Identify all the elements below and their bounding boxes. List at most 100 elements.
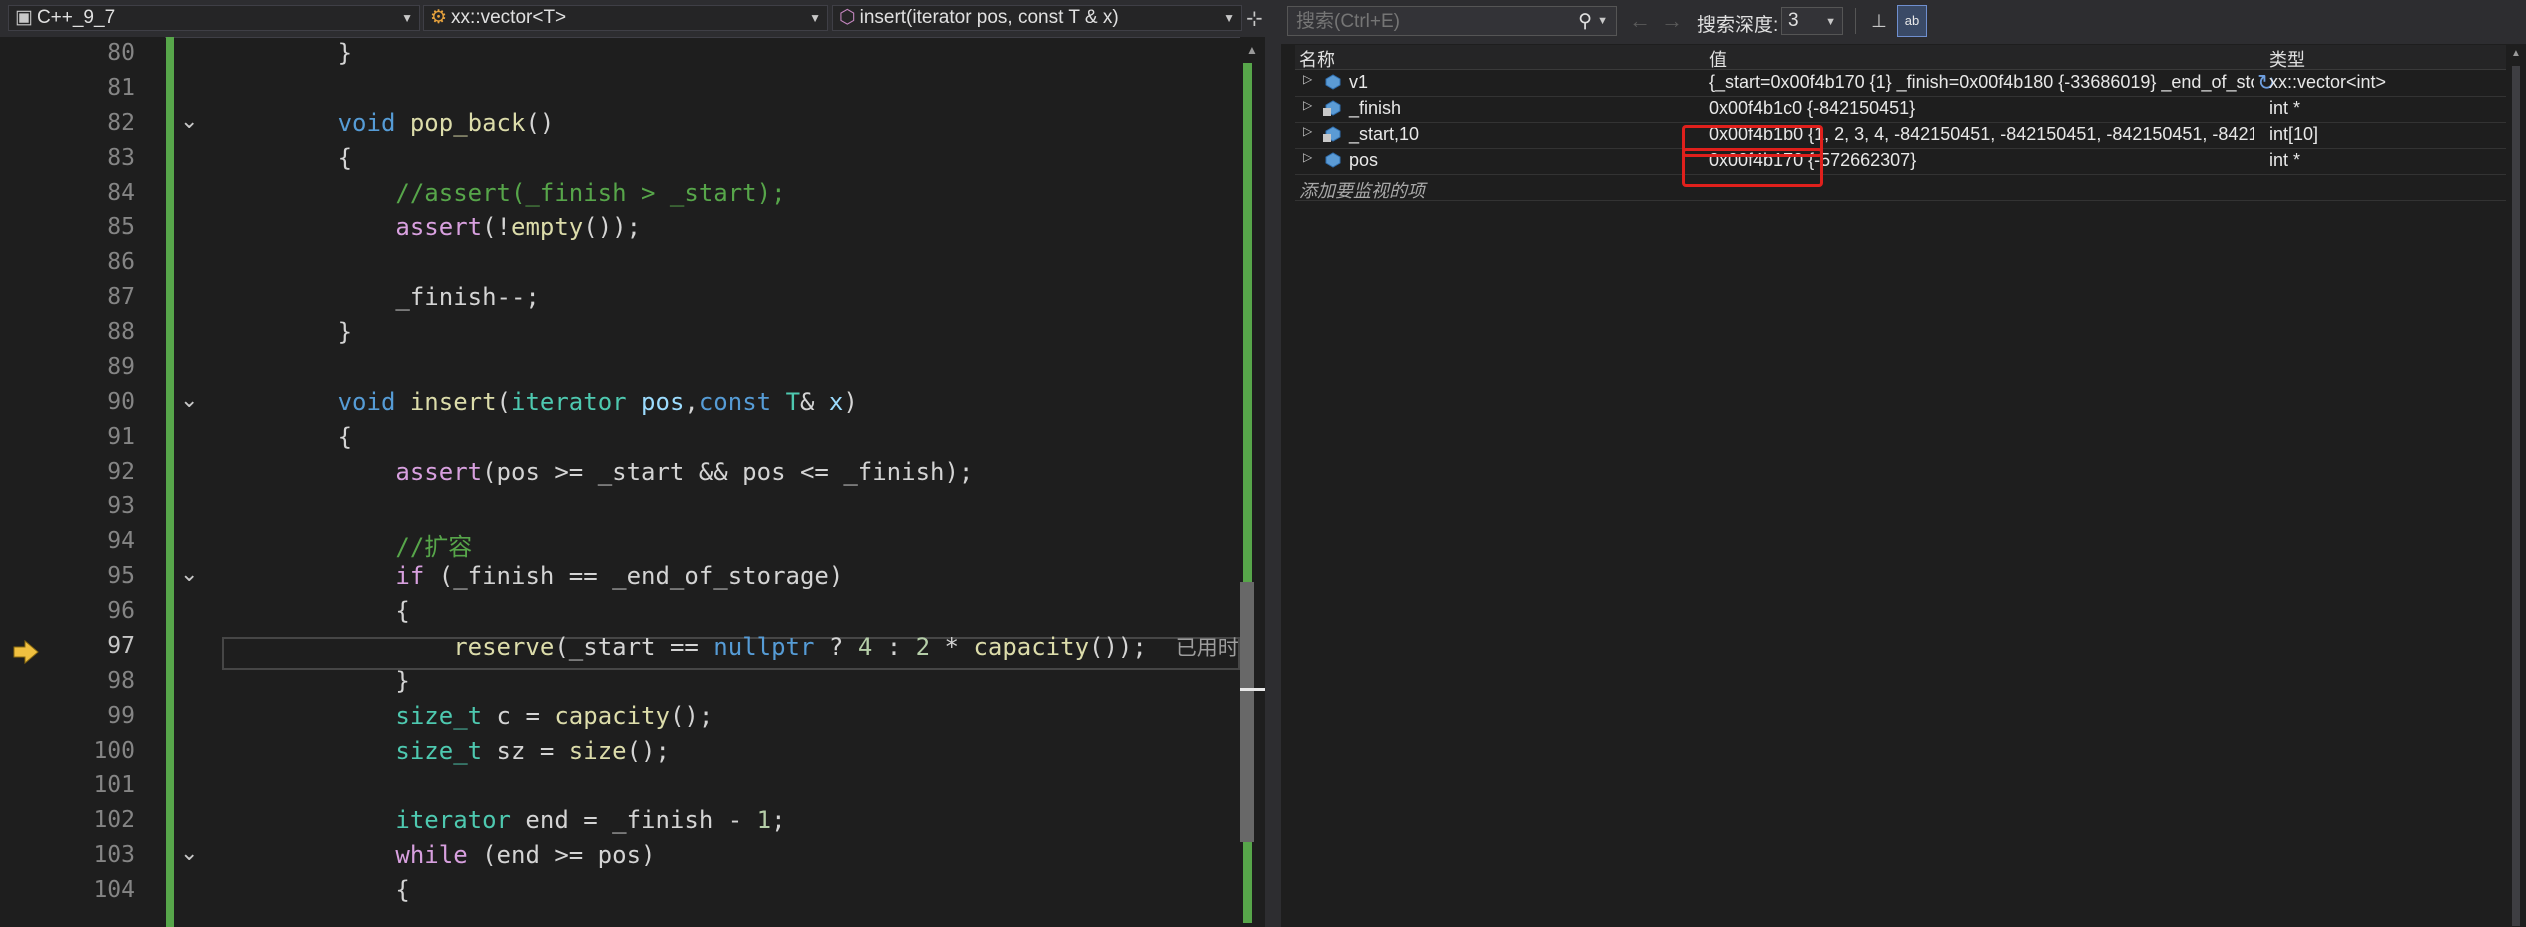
watch-row-pos[interactable]: ▷ pos 0x00f4b170 {-572662307} int * bbox=[1295, 148, 2520, 175]
line-number: 89 bbox=[107, 353, 135, 380]
watch-type: int * bbox=[2269, 150, 2301, 170]
code-area[interactable]: } void pop_back() { //assert(_finish > _… bbox=[222, 37, 1240, 927]
line-number: 80 bbox=[107, 40, 135, 66]
fold-toggle-icon[interactable]: ⌄ bbox=[180, 562, 198, 587]
project-dropdown[interactable]: ▣ C++_9_7 ▼ bbox=[8, 5, 420, 31]
watch-value[interactable]: {_start=0x00f4b170 {1} _finish=0x00f4b18… bbox=[1709, 72, 2254, 93]
navigation-bar: ▣ C++_9_7 ▼ ⚙ xx::vector<T> ▼ ⬡ insert(iter… bbox=[0, 0, 1265, 38]
column-header-value[interactable]: 值 bbox=[1709, 46, 1727, 72]
line-number: 81 bbox=[107, 74, 135, 101]
search-depth-select[interactable]: 3 ▼ bbox=[1781, 7, 1843, 35]
chevron-down-icon: ▼ bbox=[1825, 16, 1836, 28]
class-icon: ⚙ bbox=[430, 7, 448, 28]
code-line: } bbox=[222, 39, 353, 67]
code-line: reserve(_start == nullptr ? 4 : 2 * capa… bbox=[222, 632, 1240, 662]
project-icon: ▣ bbox=[15, 7, 33, 28]
code-line: } bbox=[222, 318, 353, 347]
editor-vertical-scrollbar[interactable]: ▲ bbox=[1240, 37, 1268, 927]
code-line: { bbox=[222, 143, 353, 172]
expand-arrow-icon[interactable]: ▷ bbox=[1303, 98, 1312, 112]
watch-name: v1 bbox=[1349, 72, 1369, 92]
line-number: 103 bbox=[93, 842, 135, 869]
line-number: 92 bbox=[107, 458, 135, 485]
object-icon bbox=[1325, 152, 1341, 168]
chevron-down-icon[interactable]: ▼ bbox=[1597, 15, 1608, 27]
scrollbar-thumb[interactable] bbox=[2512, 66, 2520, 926]
code-line: size_t sz = size(); bbox=[395, 736, 670, 765]
fold-toggle-icon[interactable]: ⌄ bbox=[180, 841, 198, 866]
caret-position-marker bbox=[1240, 688, 1268, 691]
hex-display-label: ab bbox=[1904, 13, 1920, 28]
toolbar-separator bbox=[1855, 8, 1856, 34]
line-number: 96 bbox=[107, 598, 135, 625]
scope-dropdown[interactable]: ⚙ xx::vector<T> ▼ bbox=[423, 5, 828, 31]
scrollbar-thumb[interactable] bbox=[1240, 582, 1254, 842]
column-header-type[interactable]: 类型 bbox=[2269, 46, 2305, 72]
elapsed-time-hint: 已用时间 bbox=[1175, 636, 1240, 660]
watch-toolbar: ⚲ ▼ ← → 搜索深度: 3 ▼ ⊥ ab bbox=[1281, 0, 2526, 44]
change-tracking-bar bbox=[166, 37, 174, 927]
code-line: { bbox=[222, 422, 353, 451]
add-watch-item[interactable]: 添加要监视的项 bbox=[1295, 176, 2520, 201]
watch-header: 名称 值 类型 bbox=[1295, 45, 2520, 70]
line-number: 85 bbox=[107, 214, 135, 241]
line-number: 82 bbox=[107, 109, 135, 136]
code-line: } bbox=[222, 666, 410, 695]
code-line: size_t c = capacity(); bbox=[395, 701, 714, 730]
line-number: 90 bbox=[107, 388, 135, 415]
back-arrow-icon[interactable]: ← bbox=[1629, 8, 1651, 34]
code-line: assert(pos >= _start && pos <= _finish); bbox=[395, 457, 974, 486]
expand-arrow-icon[interactable]: ▷ bbox=[1303, 124, 1312, 138]
line-number: 95 bbox=[107, 563, 135, 590]
split-icon[interactable]: ⊹ bbox=[1246, 6, 1263, 31]
watch-value[interactable]: 0x00f4b1c0 {-842150451} bbox=[1709, 98, 2254, 119]
outlining-margin: ⌄ ⌄ ⌄ ⌄ bbox=[174, 37, 222, 927]
pin-icon[interactable]: ⊥ bbox=[1866, 7, 1892, 35]
method-icon: ⬡ bbox=[839, 7, 856, 28]
line-number: 83 bbox=[107, 144, 135, 171]
column-header-name[interactable]: 名称 bbox=[1299, 46, 1335, 72]
line-number: 101 bbox=[93, 772, 135, 799]
code-line: { bbox=[222, 597, 410, 626]
watch-row-v1[interactable]: ▷ v1 {_start=0x00f4b170 {1} _finish=0x00… bbox=[1295, 70, 2520, 97]
chevron-down-icon: ▼ bbox=[809, 11, 821, 25]
fold-toggle-icon[interactable]: ⌄ bbox=[180, 388, 198, 413]
code-line: _finish--; bbox=[222, 283, 540, 312]
code-line: void pop_back() bbox=[337, 108, 555, 137]
line-number: 99 bbox=[107, 702, 135, 729]
scroll-up-icon[interactable]: ▲ bbox=[2511, 48, 2521, 59]
watch-search-input[interactable] bbox=[1294, 9, 1558, 35]
pane-splitter[interactable] bbox=[1265, 0, 1281, 927]
add-watch-label: 添加要监视的项 bbox=[1299, 181, 1425, 201]
expand-arrow-icon[interactable]: ▷ bbox=[1303, 72, 1312, 86]
watch-row-start[interactable]: ▷ _start,10 0x00f4b1b0 {1, 2, 3, 4, -842… bbox=[1295, 122, 2520, 149]
expand-arrow-icon[interactable]: ▷ bbox=[1303, 150, 1312, 164]
code-line: if (_finish == _end_of_storage) bbox=[395, 562, 844, 591]
breakpoint-margin[interactable] bbox=[0, 37, 50, 927]
member-label: insert(iterator pos, const T & x) bbox=[859, 7, 1119, 28]
scroll-up-icon[interactable]: ▲ bbox=[1246, 43, 1258, 57]
watch-row-finish[interactable]: ▷ _finish 0x00f4b1c0 {-842150451} int * bbox=[1295, 96, 2520, 123]
watch-name: pos bbox=[1349, 150, 1379, 170]
watch-window: ⚲ ▼ ← → 搜索深度: 3 ▼ ⊥ ab 名称 值 类型 ▷ v1 {_st… bbox=[1281, 0, 2526, 927]
watch-type: int * bbox=[2269, 98, 2301, 118]
highlight-box-pos bbox=[1682, 148, 1823, 187]
member-dropdown[interactable]: ⬡ insert(iterator pos, const T & x) ▼ bbox=[832, 5, 1242, 31]
watch-name: _start,10 bbox=[1349, 124, 1420, 144]
line-number: 91 bbox=[107, 423, 135, 450]
forward-arrow-icon[interactable]: → bbox=[1661, 8, 1683, 34]
code-line: //扩容 bbox=[395, 533, 473, 562]
line-number: 102 bbox=[93, 807, 135, 834]
instruction-pointer-icon bbox=[13, 639, 39, 665]
watch-vertical-scrollbar[interactable]: ▲ bbox=[2506, 44, 2526, 927]
line-number-gutter: 80 81 82 83 84 85 86 87 88 89 90 91 92 93 94 95 96 97 98 99… bbox=[50, 37, 165, 927]
private-field-icon bbox=[1323, 100, 1341, 116]
hex-display-button[interactable]: ab bbox=[1897, 5, 1927, 37]
line-number: 84 bbox=[107, 179, 135, 206]
scope-label: xx::vector<T> bbox=[451, 7, 567, 28]
watch-search-box[interactable]: ⚲ ▼ bbox=[1287, 6, 1617, 36]
code-line: iterator end = _finish - 1; bbox=[395, 806, 786, 835]
search-icon[interactable]: ⚲ bbox=[1578, 10, 1592, 33]
fold-toggle-icon[interactable]: ⌄ bbox=[180, 109, 198, 134]
code-line: while (end >= pos) bbox=[395, 841, 656, 870]
